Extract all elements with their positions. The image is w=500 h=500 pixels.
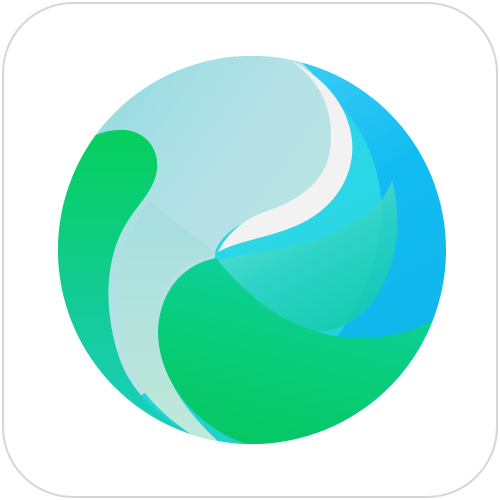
app-icon[interactable] (0, 0, 500, 500)
app-icon-stage (0, 0, 500, 500)
